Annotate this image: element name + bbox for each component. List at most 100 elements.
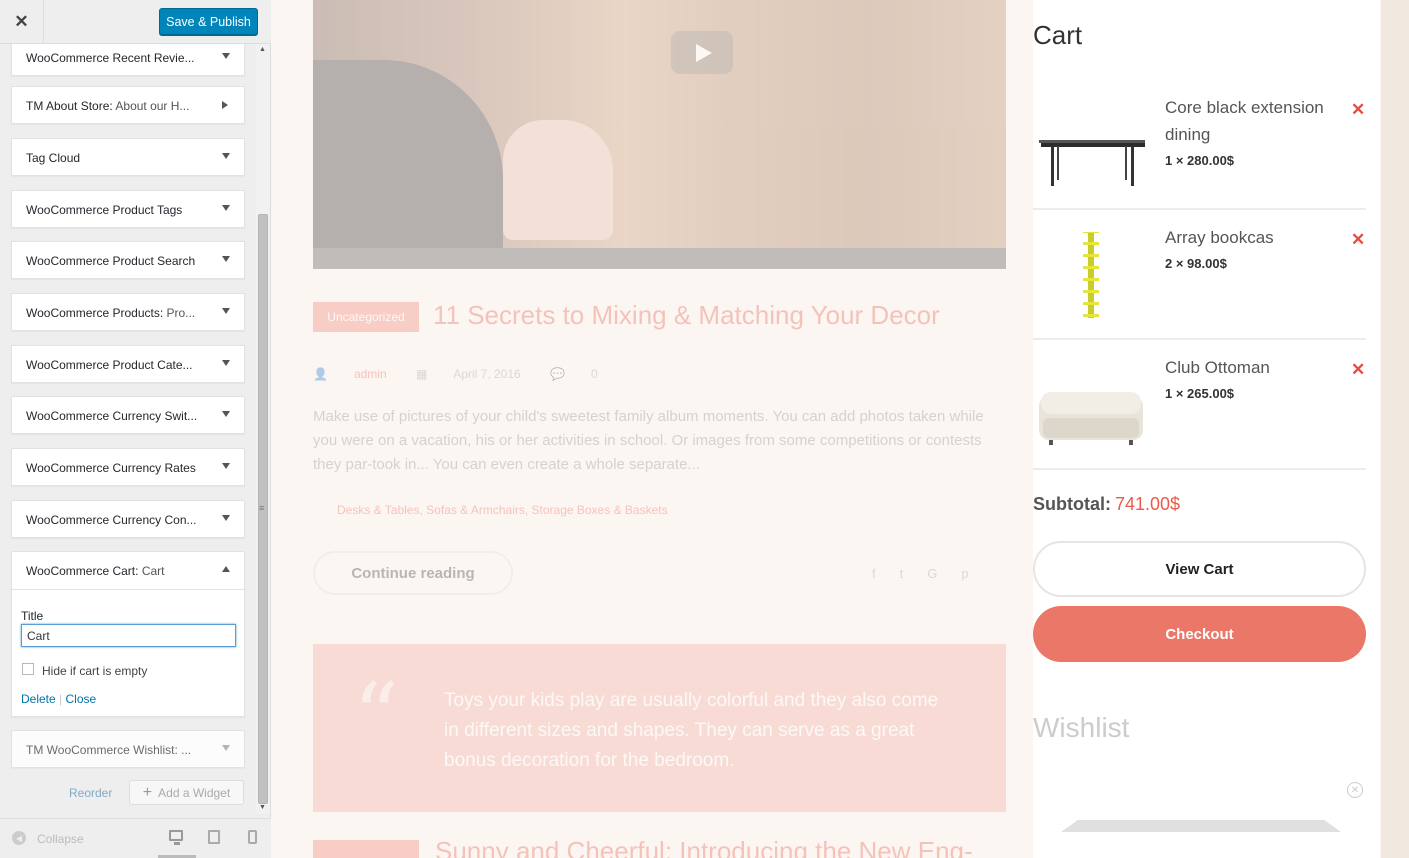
widget-title: WooCommerce Product Cate... — [26, 358, 193, 372]
widget-currency-switcher[interactable]: WooCommerce Currency Swit... — [11, 396, 245, 434]
chevron-down-icon[interactable] — [222, 463, 230, 469]
widget-title: TM About Store: — [26, 99, 113, 113]
chevron-down-icon[interactable] — [222, 205, 230, 211]
wishlist-title: Wishlist — [1033, 712, 1130, 743]
dining-table-image[interactable] — [1037, 102, 1145, 188]
bookcase-image[interactable] — [1037, 232, 1145, 318]
video-frame-shadow — [313, 60, 503, 248]
calendar-icon: ▦ — [415, 367, 428, 381]
widget-tag-cloud[interactable]: Tag Cloud — [11, 138, 245, 176]
cart-item-name[interactable]: Core black extension dining — [1165, 94, 1335, 148]
add-widget-label: Add a Widget — [158, 785, 231, 800]
page-background-edge — [1381, 0, 1409, 858]
close-icon[interactable]: ✕ — [0, 0, 44, 44]
mobile-preview-icon[interactable] — [248, 830, 257, 844]
widget-title: WooCommerce Product Tags — [26, 203, 183, 217]
chevron-down-icon[interactable] — [222, 256, 230, 262]
wishlist-remove-icon[interactable]: ✕ — [1347, 782, 1363, 798]
remove-icon[interactable]: ✕ — [1351, 360, 1365, 380]
chevron-down-icon[interactable] — [222, 153, 230, 159]
cart-sidebar: Cart Core black extension dining 1 × 280… — [1033, 0, 1380, 858]
continue-reading-button[interactable]: Continue reading — [313, 551, 513, 595]
google-plus-icon[interactable]: G — [927, 566, 961, 581]
remove-icon[interactable]: ✕ — [1351, 230, 1365, 250]
widget-product-tags[interactable]: WooCommerce Product Tags — [11, 190, 245, 228]
chevron-down-icon[interactable] — [222, 53, 230, 59]
pinterest-icon[interactable]: p — [961, 566, 992, 581]
blog-content: Uncategorized 11 Secrets to Mixing & Mat… — [271, 0, 1021, 858]
comment-icon: 💬 — [550, 367, 566, 381]
chevron-right-icon[interactable] — [222, 101, 228, 109]
cart-title: Cart — [1033, 20, 1083, 50]
widget-wishlist[interactable]: TM WooCommerce Wishlist: ... — [11, 730, 245, 768]
ottoman-image[interactable] — [1037, 362, 1145, 448]
widget-about-store[interactable]: TM About Store: About our H... — [11, 86, 245, 124]
widget-title: WooCommerce Currency Con... — [26, 513, 197, 527]
category-badge[interactable]: Uncategorized — [313, 302, 419, 332]
post-tags[interactable]: Desks & Tables, Sofas & Armchairs, Stora… — [337, 503, 668, 517]
save-publish-button[interactable]: Save & Publish — [159, 8, 258, 35]
wishlist-item-image[interactable] — [1061, 820, 1341, 832]
cart-item-name[interactable]: Array bookcas — [1165, 224, 1335, 251]
cart-subtotal: Subtotal: 741.00$ — [1033, 494, 1180, 515]
quote-block: “ Toys your kids play are usually colorf… — [313, 644, 1006, 812]
comment-count[interactable]: 0 — [591, 367, 598, 381]
widget-title: WooCommerce Recent Revie... — [26, 51, 195, 65]
video-frame-hand — [503, 120, 613, 240]
widget-products[interactable]: WooCommerce Products: Pro... — [11, 293, 245, 331]
chevron-down-icon[interactable] — [222, 515, 230, 521]
widget-product-search[interactable]: WooCommerce Product Search — [11, 241, 245, 279]
widget-subtitle: Cart — [138, 564, 165, 578]
chevron-down-icon[interactable] — [222, 360, 230, 366]
close-link[interactable]: Close — [65, 692, 96, 706]
cart-item-qty: 1 × 280.00$ — [1165, 153, 1235, 168]
next-category-badge[interactable] — [313, 840, 419, 858]
post-title[interactable]: 11 Secrets to Mixing & Matching Your Dec… — [433, 300, 940, 331]
cart-item-name[interactable]: Club Ottoman — [1165, 354, 1335, 381]
cart-widget-header[interactable]: WooCommerce Cart: Cart — [12, 552, 244, 590]
chevron-down-icon[interactable] — [222, 745, 230, 751]
scroll-down-arrow-icon[interactable]: ▼ — [259, 804, 266, 811]
play-icon[interactable] — [671, 31, 733, 74]
chevron-down-icon[interactable] — [222, 308, 230, 314]
widget-title: TM WooCommerce Wishlist: ... — [26, 743, 192, 757]
hide-empty-checkbox[interactable] — [22, 663, 34, 675]
delete-link[interactable]: Delete — [21, 692, 56, 706]
scroll-up-arrow-icon[interactable]: ▲ — [259, 46, 266, 53]
user-icon: 👤 — [313, 367, 328, 381]
title-input[interactable] — [21, 624, 236, 647]
share-icons: ftGp — [872, 566, 993, 581]
add-widget-button[interactable]: + Add a Widget — [129, 780, 244, 805]
video-controls-bar[interactable] — [313, 248, 1006, 269]
widget-subtitle: Pro... — [163, 306, 196, 320]
hide-empty-label: Hide if cart is empty — [42, 664, 148, 678]
facebook-icon[interactable]: f — [872, 566, 900, 581]
cart-item: Array bookcas 2 × 98.00$ ✕ — [1033, 210, 1366, 340]
collapse-label[interactable]: Collapse — [37, 832, 84, 846]
cart-item: Core black extension dining 1 × 280.00$ … — [1033, 80, 1366, 210]
chevron-up-icon[interactable] — [222, 566, 230, 572]
view-cart-button[interactable]: View Cart — [1033, 541, 1366, 597]
checkout-button[interactable]: Checkout — [1033, 606, 1366, 662]
post-author[interactable]: admin — [354, 367, 387, 381]
widget-product-categories[interactable]: WooCommerce Product Cate... — [11, 345, 245, 383]
tablet-preview-icon[interactable] — [208, 830, 220, 844]
twitter-icon[interactable]: t — [900, 566, 928, 581]
customizer-panel: ✕ Save & Publish WooCommerce Recent Revi… — [0, 0, 271, 858]
widget-currency-rates[interactable]: WooCommerce Currency Rates — [11, 448, 245, 486]
desktop-preview-icon[interactable] — [169, 830, 183, 845]
remove-icon[interactable]: ✕ — [1351, 100, 1365, 120]
video-player[interactable] — [313, 0, 1006, 248]
grip-icon: ≡ — [259, 503, 265, 513]
widget-recent-reviews[interactable]: WooCommerce Recent Revie... — [11, 44, 245, 76]
widget-currency-converter[interactable]: WooCommerce Currency Con... — [11, 500, 245, 538]
widget-title: WooCommerce Product Search — [26, 254, 196, 268]
reorder-link[interactable]: Reorder — [69, 786, 112, 800]
widget-title: WooCommerce Currency Swit... — [26, 409, 198, 423]
next-post-title[interactable]: Sunny and Cheerful: Introducing the New … — [435, 836, 973, 858]
chevron-down-icon[interactable] — [222, 411, 230, 417]
widget-subtitle: About our H... — [112, 99, 190, 113]
quote-text: Toys your kids play are usually colorful… — [444, 690, 939, 771]
collapse-icon[interactable]: ◀ — [12, 831, 26, 845]
widget-list: WooCommerce Recent Revie... TM About Sto… — [0, 44, 256, 814]
